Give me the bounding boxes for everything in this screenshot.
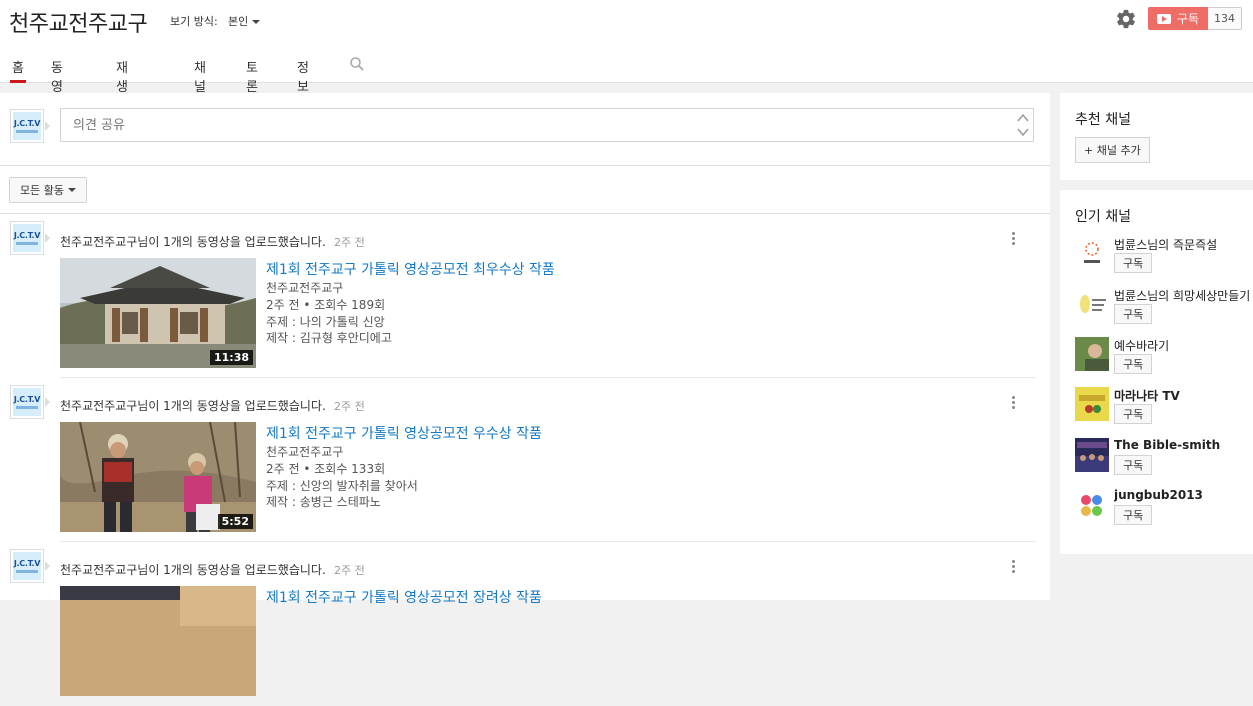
video-duration: 5:52 — [217, 514, 253, 529]
comment-box — [60, 108, 1034, 142]
caret-down-icon — [252, 20, 261, 24]
channel-avatar[interactable] — [1075, 287, 1109, 321]
gear-icon[interactable] — [1115, 8, 1137, 30]
subscribe-button[interactable]: 구독 — [1114, 354, 1153, 374]
channel-avatar[interactable] — [1075, 337, 1109, 371]
feed-item: J.C.T.V 천주교전주교구님이 1개의 동영상을 업로드했습니다. 2주 전 — [0, 378, 1050, 542]
tab-about[interactable]: 정보 — [297, 57, 309, 95]
activity-filter-dropdown[interactable]: 모든 활동 — [9, 177, 87, 203]
subscribe-button[interactable]: 구독 — [1114, 253, 1153, 273]
video-stats: 2주 전 • 조회수 133회 — [266, 462, 386, 476]
video-channel[interactable]: 천주교전주교구 — [266, 279, 343, 296]
channel-name[interactable]: 법륜스님의 즉문즉설 — [1114, 236, 1253, 253]
channel-name[interactable]: 마라나타 TV — [1114, 387, 1253, 404]
feed-action-text: 천주교전주교구님이 1개의 동영상을 업로드했습니다. — [60, 235, 326, 249]
feed-action-text: 천주교전주교구님이 1개의 동영상을 업로드했습니다. — [60, 563, 326, 577]
channel-name[interactable]: 법륜스님의 희망세상만들기 — [1114, 287, 1253, 304]
subscribe-button[interactable]: 구독 — [1114, 505, 1153, 525]
channel-avatar[interactable] — [1075, 387, 1109, 421]
popular-channel-item: jungbub2013 구독 — [1075, 488, 1253, 534]
channel-avatar[interactable] — [1075, 236, 1109, 270]
avatar-text: J.C.T.V — [13, 559, 41, 568]
feed-action-text: 천주교전주교구님이 1개의 동영상을 업로드했습니다. — [60, 399, 326, 413]
channel-title[interactable]: 천주교전주교구 — [9, 6, 148, 38]
activity-filter-label: 모든 활동 — [20, 184, 64, 197]
recommended-heading: 추천 채널 — [1075, 112, 1131, 128]
subscribe-button[interactable]: 구독 — [1114, 455, 1153, 475]
popular-heading: 인기 채널 — [1075, 209, 1131, 225]
recommended-channels-card: 추천 채널 + 채널 추가 — [1060, 93, 1253, 180]
tab-videos[interactable]: 동영상 — [51, 57, 63, 114]
avatar[interactable]: J.C.T.V — [10, 549, 44, 583]
search-icon[interactable] — [349, 56, 365, 72]
video-theme: 주제 : 나의 가톨릭 신앙 — [266, 315, 385, 329]
feed-time: 2주 전 — [334, 236, 365, 249]
video-title-link[interactable]: 제1회 전주교구 가톨릭 영상공모전 장려상 작품 — [266, 587, 542, 607]
feed-item: J.C.T.V 천주교전주교구님이 1개의 동영상을 업로드했습니다. 2주 전 — [0, 214, 1050, 378]
subscribe-label: 구독 — [1176, 12, 1200, 26]
popular-channel-item: The Bible-smith 구독 — [1075, 438, 1253, 484]
avatar-text: J.C.T.V — [13, 119, 41, 128]
channel-avatar[interactable] — [1075, 488, 1109, 522]
avatar-text: J.C.T.V — [13, 231, 41, 240]
popular-channel-item: 법륜스님의 즉문즉설 구독 — [1075, 236, 1253, 282]
avatar[interactable]: J.C.T.V — [10, 385, 44, 419]
caret-down-icon — [67, 188, 76, 192]
thumbnail-image — [60, 586, 256, 696]
feed-item: J.C.T.V 천주교전주교구님이 1개의 동영상을 업로드했습니다. 2주 전… — [0, 542, 1050, 706]
tab-playlists[interactable]: 재생목록 — [116, 57, 128, 133]
main-feed: J.C.T.V 모든 활동 J.C.T.V 천주교전주교구님이 1개의 동영상을… — [0, 93, 1050, 696]
video-thumbnail[interactable] — [60, 586, 256, 696]
view-as-label: 보기 방식: — [170, 15, 218, 28]
view-as-value: 본인 — [228, 15, 249, 28]
feed-time: 2주 전 — [334, 400, 365, 413]
youtube-play-icon — [1156, 13, 1171, 24]
tab-home[interactable]: 홈 — [10, 57, 26, 83]
channel-name[interactable]: The Bible-smith — [1114, 438, 1253, 452]
more-options-icon[interactable] — [1012, 232, 1016, 246]
video-duration: 11:38 — [209, 350, 253, 365]
video-thumbnail[interactable]: 5:52 — [60, 422, 256, 532]
video-producer: 제작 : 김규형 후안디에고 — [266, 331, 392, 345]
avatar: J.C.T.V — [10, 109, 44, 143]
channel-header: 천주교전주교구 보기 방식: 본인 구독 134 홈 동영상 재생목록 채널 토… — [0, 0, 1253, 133]
channel-name[interactable]: jungbub2013 — [1114, 488, 1253, 502]
feed-time: 2주 전 — [334, 564, 365, 577]
avatar[interactable]: J.C.T.V — [10, 221, 44, 255]
channel-name[interactable]: 예수바라기 — [1114, 337, 1253, 354]
video-title-link[interactable]: 제1회 전주교구 가톨릭 영상공모전 우수상 작품 — [266, 423, 542, 443]
subscribe-button[interactable]: 구독 — [1114, 404, 1153, 424]
video-thumbnail[interactable]: 11:38 — [60, 258, 256, 368]
subscribe-button[interactable]: 구독 — [1148, 7, 1208, 30]
view-as-dropdown[interactable]: 본인 — [228, 13, 261, 29]
more-options-icon[interactable] — [1012, 560, 1016, 574]
tab-discussion[interactable]: 토론 — [246, 57, 258, 95]
more-options-icon[interactable] — [1012, 396, 1016, 410]
subscriber-count: 134 — [1208, 7, 1242, 30]
subscribe-group: 구독 134 — [1148, 7, 1242, 30]
avatar-text: J.C.T.V — [13, 395, 41, 404]
video-channel[interactable]: 천주교전주교구 — [266, 443, 343, 460]
video-title-link[interactable]: 제1회 전주교구 가톨릭 영상공모전 최우수상 작품 — [266, 259, 555, 279]
comment-input[interactable] — [71, 117, 975, 134]
divider — [0, 165, 1050, 166]
resize-spinner-icon[interactable] — [1016, 110, 1030, 140]
popular-channel-item: 예수바라기 구독 — [1075, 337, 1253, 383]
popular-channel-item: 법륜스님의 희망세상만들기 구독 — [1075, 287, 1253, 333]
subscribe-button[interactable]: 구독 — [1114, 304, 1153, 324]
video-producer: 제작 : 송병근 스테파노 — [266, 495, 381, 509]
popular-channels-card: 인기 채널 법륜스님의 즉문즉설 구독 법륜스님의 희망세상만들기 구독 예수바… — [1060, 190, 1253, 554]
video-theme: 주제 : 신앙의 발자취를 찾아서 — [266, 479, 418, 493]
video-stats: 2주 전 • 조회수 189회 — [266, 298, 386, 312]
tab-channels[interactable]: 채널 — [194, 57, 206, 95]
channel-avatar[interactable] — [1075, 438, 1109, 472]
popular-channel-item: 마라나타 TV 구독 — [1075, 387, 1253, 433]
add-channel-button[interactable]: + 채널 추가 — [1075, 137, 1150, 163]
